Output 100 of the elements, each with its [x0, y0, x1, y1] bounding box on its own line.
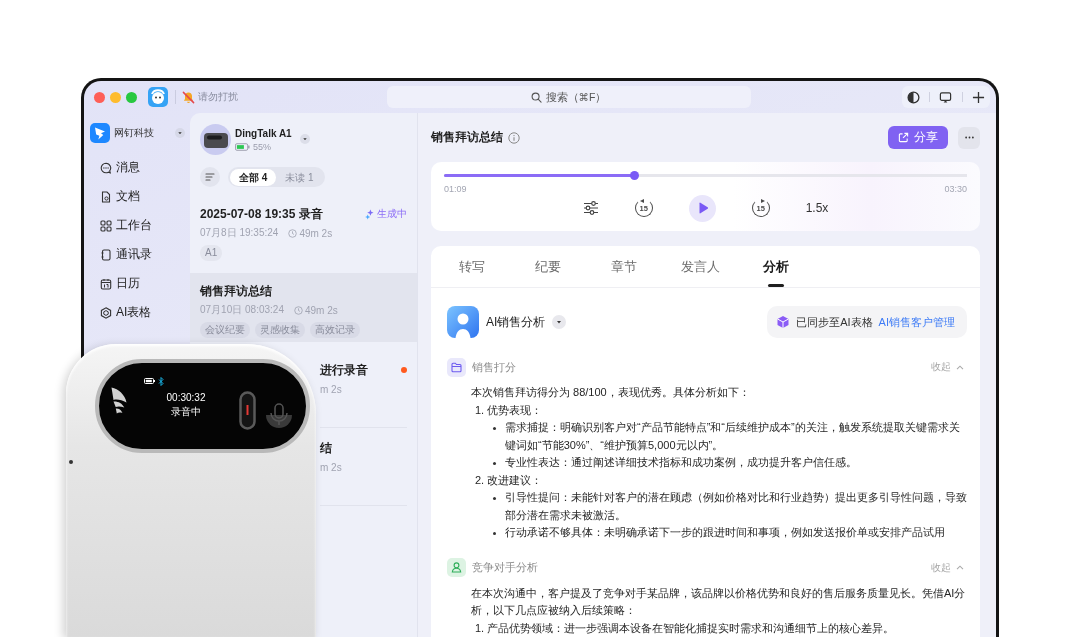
avatar-icon: [447, 306, 479, 338]
search-icon: [531, 91, 542, 103]
calendar-icon: [100, 277, 112, 290]
bullet-text: 需求捕捉：明确识别客户对“产品节能特点”和“后续维护成本”的关注，触发系统提取关键需求关键词如“节能30%”、“维护预算5,000元以内”。: [505, 420, 961, 453]
bullet-icon: [493, 496, 496, 500]
recorder-thumbnail-icon: [200, 123, 231, 155]
app-avatar-icon[interactable]: [148, 87, 168, 107]
info-icon[interactable]: [508, 131, 520, 144]
view-tab[interactable]: 纪要: [510, 246, 586, 287]
search-field[interactable]: 搜索（⌘F）: [387, 86, 751, 108]
sidebar-item[interactable]: AI表格: [88, 298, 186, 327]
more-icon: [963, 136, 975, 139]
do-not-disturb-label: 请勿打扰: [198, 90, 238, 104]
share-icon: [898, 132, 909, 143]
section-title: 销售打分: [472, 359, 516, 375]
caret-down-icon[interactable]: [299, 134, 310, 144]
chat-bubble-icon: [100, 161, 112, 174]
recording-timer: 00:30:32: [166, 391, 206, 404]
sheet-link[interactable]: AI销售客户管理: [878, 314, 955, 330]
battery-icon: [144, 378, 155, 384]
battery-percent: 55%: [253, 141, 271, 152]
caret-down-icon[interactable]: [175, 128, 185, 138]
grid-icon: [100, 219, 112, 232]
sync-status-text: 已同步至AI表格: [796, 314, 873, 330]
folder-icon: [447, 357, 466, 377]
caret-down-icon[interactable]: [552, 315, 567, 329]
share-button[interactable]: 分享: [888, 126, 948, 149]
clock-icon: [293, 305, 303, 315]
bell-off-icon[interactable]: [182, 90, 195, 104]
sidebar-item[interactable]: 工作台: [88, 211, 186, 240]
recording-title: 结: [320, 440, 332, 456]
sidebar-item[interactable]: 消息: [88, 153, 186, 182]
view-tab[interactable]: 分析: [738, 246, 814, 287]
sidebar-item[interactable]: 文档: [88, 182, 186, 211]
recording-heading: 销售拜访总结: [431, 129, 503, 146]
recording-item[interactable]: 进行录音 m 2s: [320, 350, 417, 428]
filter-icon: [205, 172, 215, 182]
speed-button[interactable]: 1.5x: [805, 201, 829, 215]
numbered-heading: 2. 改进建议：: [474, 472, 544, 488]
recording-duration: 49m 2s: [299, 227, 333, 239]
sliders-icon[interactable]: [582, 200, 599, 216]
recording-title: 销售拜访总结: [200, 283, 272, 299]
recording-item[interactable]: 2025-07-08 19:35 录音 生成中 07月8日 19:35:24 49m 2s A1: [190, 196, 417, 265]
wing-logo-icon: [110, 386, 128, 416]
assistant-name: AI销售分析: [486, 313, 546, 331]
bullet-icon: [493, 531, 496, 535]
paragraph-text: 本次销售拜访得分为 88/100，表现优秀。具体分析如下：: [471, 385, 751, 400]
close-window-icon[interactable]: [94, 91, 105, 103]
org-logo-icon[interactable]: [90, 123, 110, 143]
hexagon-icon: [100, 306, 112, 319]
recording-title: 进行录音: [320, 362, 368, 378]
recording-keyword: A1: [200, 245, 223, 261]
view-tab[interactable]: 章节: [586, 246, 662, 287]
progress-thumb[interactable]: [630, 171, 640, 180]
bullet-text: 专业性表达：通过阐述详细技术指标和成功案例，成功提升客户信任感。: [505, 455, 858, 470]
numbered-heading: 1. 产品优势领域：进一步强调本设备在智能化捕捉实时需求和沟通细节上的核心差异。: [474, 620, 896, 636]
org-name: 网钉科技: [114, 126, 154, 140]
recording-item[interactable]: 结 m 2s: [320, 428, 417, 506]
filter-tab[interactable]: 全部 4: [230, 168, 277, 186]
recording-keyword: 灵感收集: [255, 322, 305, 338]
record-switch-icon: [239, 391, 256, 430]
paragraph-text: 在本次沟通中，客户提及了竞争对手某品牌，该品牌以价格优势和良好的售后服务质量见长。凭借AI分析，以下几点应被纳入后续策略：: [471, 585, 967, 618]
sparkle-icon: [365, 208, 374, 220]
clock-icon: [288, 228, 298, 238]
monitor-icon[interactable]: [939, 90, 953, 104]
sidebar-item[interactable]: 通讯录: [88, 240, 186, 269]
microphone-icon: [265, 403, 293, 431]
chevron-up-icon: [956, 364, 964, 370]
document-icon: [100, 190, 112, 203]
filter-button[interactable]: [200, 167, 220, 187]
recording-keyword: 高效记录: [310, 322, 360, 338]
chevron-up-icon: [956, 565, 964, 570]
recording-date: 07月8日 19:35:24: [200, 226, 279, 240]
recording-keyword: 会议纪要: [200, 322, 250, 338]
bluetooth-icon: [158, 377, 164, 386]
plus-icon[interactable]: [972, 90, 986, 104]
view-tab[interactable]: 发言人: [662, 246, 738, 287]
generating-status: 生成中: [377, 207, 407, 221]
play-button[interactable]: [688, 194, 716, 222]
recording-duration: 49m 2s: [304, 304, 338, 316]
numbered-heading: 1. 优势表现：: [474, 402, 544, 418]
bullet-text: 引导性提问：未能针对客户的潜在顾虑（例如价格对比和行业趋势）提出更多引导性问题，导致部分潜在需求未被激活。: [505, 490, 967, 523]
side-button-icon: [69, 460, 73, 464]
sidebar-item[interactable]: 日历: [88, 269, 186, 298]
recording-state: 录音中: [171, 405, 201, 418]
bullet-icon: [493, 461, 496, 465]
contact-book-icon: [100, 248, 112, 261]
recording-duration: m 2s: [320, 461, 342, 473]
bullet-text: 行动承诺不够具体：未明确承诺下一步的跟进时间和事项，例如发送报价单或安排产品试用: [505, 525, 946, 540]
section-title: 竞争对手分析: [472, 560, 538, 575]
device-name: DingTalk A1: [235, 126, 292, 140]
person-icon: [447, 558, 466, 577]
recording-title: 2025-07-08 19:35 录音: [200, 206, 323, 222]
contrast-icon[interactable]: [906, 90, 920, 104]
bullet-icon: [493, 426, 496, 430]
total-time: 03:30: [944, 183, 967, 195]
elapsed-time: 01:09: [444, 183, 467, 195]
battery-icon: [235, 142, 250, 151]
more-button[interactable]: [958, 126, 980, 149]
view-tab[interactable]: 转写: [434, 246, 510, 287]
